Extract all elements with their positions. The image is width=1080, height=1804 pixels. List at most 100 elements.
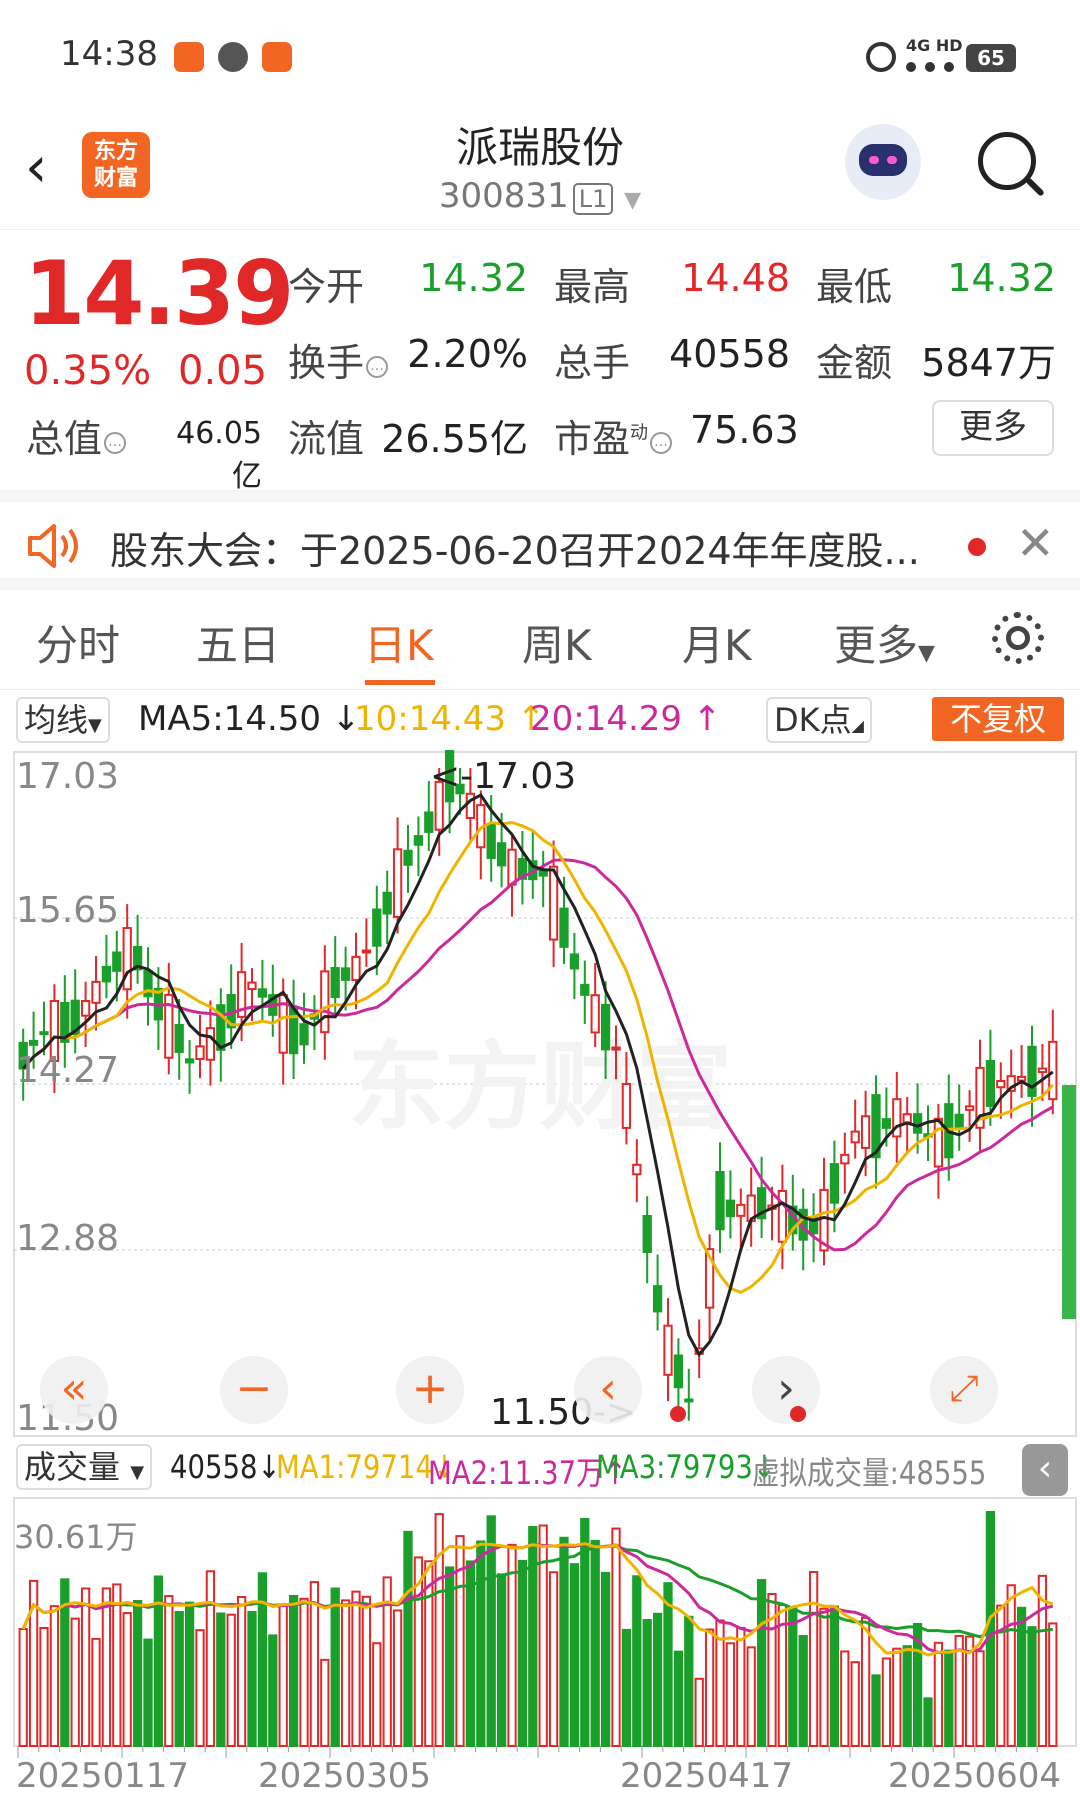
candle-body (954, 1113, 964, 1130)
x-date-2: 20250305 (258, 1756, 432, 1796)
event-dot[interactable] (670, 1406, 686, 1422)
volume-chart[interactable]: 30.61万 20250117 20250305 20250417 202506… (0, 1496, 1080, 1800)
zoom-in-icon[interactable]: + (396, 1356, 464, 1424)
kline-chart[interactable]: 东方财富 17.03 15.65 14.27 12.88 11.50 <-17.… (0, 747, 1080, 1440)
robot-eye (869, 156, 879, 164)
chevron-down-icon[interactable]: ▼ (624, 188, 641, 213)
volume-bar (1027, 1626, 1037, 1747)
back-icon[interactable]: ‹ (25, 138, 69, 198)
message-icon (262, 42, 292, 72)
status-bar: 14:38 4G HD 65 (0, 0, 1080, 100)
assistant-robot-icon[interactable] (845, 124, 921, 200)
volume-bar (528, 1526, 538, 1748)
rewind-icon[interactable]: « (40, 1356, 108, 1424)
candle-body (912, 1113, 923, 1134)
fullscreen-icon[interactable]: ⤢ (930, 1356, 998, 1424)
volume-bar (985, 1511, 996, 1747)
info-icon[interactable]: … (650, 432, 673, 454)
candle-body (590, 994, 600, 1034)
more-button[interactable]: 更多 (932, 400, 1054, 456)
close-icon[interactable]: ✕ (1016, 516, 1055, 570)
candle-body (486, 823, 496, 860)
volume-bar (808, 1570, 819, 1747)
volume-bar (590, 1540, 600, 1748)
stock-name: 派瑞股份 (455, 123, 624, 172)
ma-legend-bar: 均线▼ MA5:14.50 ↓ 10:14.43 ↑ 20:14.29 ↑ DK… (0, 695, 1080, 745)
float-value: 26.55亿 (381, 417, 528, 461)
y-label-3: 14.27 (16, 1050, 120, 1091)
volume-bar (132, 1599, 143, 1747)
volume-bar (652, 1612, 663, 1747)
adjust-button[interactable]: 不复权 (932, 697, 1064, 741)
volume-legend-bar: 成交量 ▼ 40558↓ MA1:79714↓ MA2:11.37万↑ MA3:… (0, 1440, 1080, 1496)
volume-bar (1016, 1606, 1027, 1747)
volume-selector[interactable]: 成交量 ▼ (16, 1444, 153, 1490)
robot-eye (887, 156, 897, 164)
info-icon[interactable]: … (366, 356, 389, 378)
tab-five-day[interactable]: 五日 (196, 612, 280, 673)
notice-banner[interactable]: 股东大会：于2025-06-20召开2024年年度股... ✕ (0, 490, 1080, 590)
volume-bar (320, 1658, 330, 1747)
notice-text[interactable]: 股东大会：于2025-06-20召开2024年年度股... (110, 520, 930, 575)
eastmoney-logo[interactable]: 东方 财富 (82, 132, 150, 198)
level-badge: L1 (572, 183, 614, 215)
dk-point-button[interactable]: DK点◢ (766, 697, 872, 743)
active-tab-indicator (365, 680, 435, 685)
event-dot[interactable] (790, 1406, 806, 1422)
tab-weekly-k[interactable]: 周K (522, 612, 592, 673)
next-icon[interactable]: › (752, 1356, 820, 1424)
volume-bar (184, 1601, 195, 1747)
volume-bar (299, 1597, 309, 1747)
candle-body (850, 1130, 860, 1144)
ma-selector[interactable]: 均线▼ (16, 697, 110, 743)
volume-bar (923, 1697, 933, 1747)
amount-label: 金额 (816, 341, 893, 385)
volume-svg (13, 1497, 1077, 1758)
candle-body (382, 891, 392, 915)
x-date-1: 20250117 (16, 1756, 190, 1796)
volume-bar (205, 1570, 216, 1748)
collapse-icon[interactable]: ‹ (1022, 1444, 1068, 1496)
volume-bar (798, 1635, 808, 1747)
volume-bar (392, 1609, 403, 1748)
stock-code-row[interactable]: 300831 L1 ▼ (420, 176, 660, 216)
mktcap-value: 46.05亿 (176, 416, 262, 494)
volume-bar (309, 1581, 320, 1747)
candle-body (933, 1117, 944, 1168)
zoom-out-icon[interactable]: − (220, 1356, 288, 1424)
app-notification-icon (174, 42, 204, 72)
tab-intraday[interactable]: 分时 (36, 612, 120, 673)
volume-bar (236, 1595, 247, 1747)
tab-more[interactable]: 更多▼ (834, 612, 935, 673)
candle-body (580, 983, 590, 996)
volume-value: 40558 (669, 332, 790, 376)
candle-body (372, 908, 382, 947)
volume-bar (548, 1571, 559, 1747)
candle-body (247, 981, 257, 991)
mktcap-label: 总值… (26, 408, 127, 463)
volume-bar (736, 1626, 746, 1748)
volume-bar (80, 1587, 91, 1747)
candle-body (715, 1170, 725, 1231)
max-annotation: <-17.03 (430, 756, 577, 797)
change-value: 0.05 (178, 348, 268, 394)
volume-bar (444, 1566, 455, 1748)
volume-bar (216, 1612, 226, 1747)
candle-body (1048, 1040, 1058, 1101)
candle-body (777, 1189, 788, 1243)
volume-bar (642, 1618, 652, 1747)
volume-label: 总手 (554, 341, 631, 385)
tab-monthly-k[interactable]: 月K (682, 612, 752, 673)
candle-body (101, 965, 112, 983)
info-icon[interactable]: … (104, 432, 127, 454)
candle-body (642, 1214, 652, 1253)
volume-bar (403, 1530, 413, 1747)
candle-body (340, 967, 351, 981)
ma5-value: MA5:14.50 ↓ (138, 699, 361, 739)
prev-icon[interactable]: ‹ (574, 1356, 642, 1424)
weibo-icon (218, 42, 248, 72)
tab-daily-k[interactable]: 日K (364, 612, 434, 673)
candle-body (174, 1023, 184, 1053)
candle-body (403, 849, 413, 866)
volume-bar (850, 1661, 860, 1748)
